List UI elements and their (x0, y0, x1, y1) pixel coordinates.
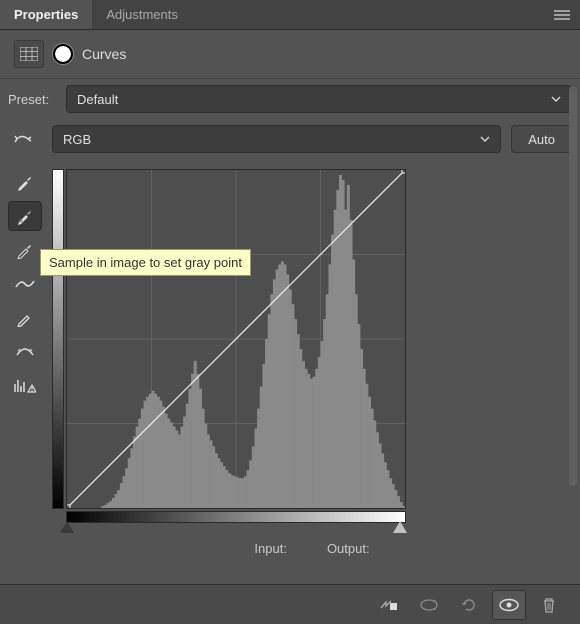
channel-dropdown[interactable]: RGB (52, 125, 501, 153)
view-previous-icon[interactable] (412, 590, 446, 620)
edit-points-tool[interactable] (8, 269, 42, 299)
histogram-clip-warning[interactable] (8, 371, 42, 401)
panel-menu-icon[interactable] (544, 10, 580, 20)
visibility-eye-icon[interactable] (492, 590, 526, 620)
preset-dropdown[interactable]: Default (66, 85, 572, 113)
footer-bar (0, 584, 580, 624)
reset-icon[interactable] (452, 590, 486, 620)
properties-header: Curves (0, 30, 580, 79)
tab-adjustments[interactable]: Adjustments (92, 0, 192, 29)
clip-to-layer-icon[interactable] (372, 590, 406, 620)
black-slider[interactable] (60, 521, 74, 533)
tab-bar: Properties Adjustments (0, 0, 580, 30)
gray-point-eyedropper[interactable] (8, 201, 42, 231)
white-slider[interactable] (393, 521, 407, 533)
graph-wrap: Input: Output: (52, 163, 572, 556)
black-point-eyedropper[interactable] (8, 167, 42, 197)
preset-value: Default (77, 92, 118, 107)
hand-tool-icon[interactable] (8, 130, 42, 148)
output-label: Output: (327, 541, 370, 556)
panel-scrollbar[interactable] (569, 86, 577, 486)
section-title: Curves (82, 46, 126, 62)
input-label: Input: (254, 541, 287, 556)
smooth-tool[interactable] (8, 337, 42, 367)
tool-strip (8, 163, 44, 556)
tooltip: Sample in image to set gray point (40, 249, 251, 276)
channel-value: RGB (63, 132, 91, 147)
layer-mask-thumb[interactable] (52, 43, 74, 65)
vertical-gradient (52, 169, 64, 509)
chevron-down-icon (551, 96, 561, 102)
channel-row: RGB Auto (0, 119, 580, 159)
pencil-tool[interactable] (8, 303, 42, 333)
curves-graph[interactable] (66, 169, 406, 509)
preset-label: Preset: (8, 92, 56, 107)
curves-main: Input: Output: (0, 159, 580, 556)
tab-properties[interactable]: Properties (0, 0, 92, 29)
chevron-down-icon (480, 136, 490, 142)
preset-row: Preset: Default (0, 79, 580, 119)
white-point-eyedropper[interactable] (8, 235, 42, 265)
trash-icon[interactable] (532, 590, 566, 620)
auto-button[interactable]: Auto (511, 125, 572, 153)
io-readout: Input: Output: (52, 541, 572, 556)
curves-type-icon[interactable] (14, 40, 44, 68)
horizontal-gradient[interactable] (66, 511, 406, 523)
